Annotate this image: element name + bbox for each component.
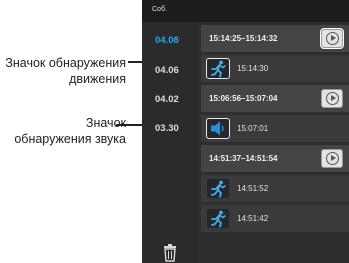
top-bar-label: Соб. <box>152 6 167 13</box>
event-item[interactable]: 14:51:52 <box>201 175 349 202</box>
trash-icon[interactable] <box>163 244 177 262</box>
callout-line: движения <box>69 71 126 86</box>
motion-detection-icon <box>207 179 229 198</box>
sound-icon-callout: Значок обнаружения звука <box>2 116 126 147</box>
motion-icon-callout: Значок обнаружения движения <box>2 56 126 87</box>
play-triangle <box>331 95 336 101</box>
event-item[interactable]: 15:14:30 <box>201 55 349 82</box>
event-group-header[interactable]: 14:51:37–14:51:54 <box>201 145 349 172</box>
motion-detection-icon <box>207 209 229 228</box>
event-time: 15:07:01 <box>237 124 269 133</box>
date-item[interactable]: 04.08 <box>142 35 198 46</box>
event-time: 14:51:52 <box>237 184 269 193</box>
date-item[interactable]: 04.02 <box>142 94 198 105</box>
event-group-header[interactable]: 15:14:25–15:14:32 <box>201 25 349 52</box>
event-time-range: 14:51:37–14:51:54 <box>209 154 278 163</box>
event-list: 15:14:25–15:14:32 15:14:30 15:06:56–15:0… <box>201 22 349 263</box>
callout-line: Значок обнаружения <box>5 56 126 70</box>
event-time: 14:51:42 <box>237 214 269 223</box>
event-time: 15:14:30 <box>237 64 269 73</box>
event-group-header[interactable]: 15:06:56–15:07:04 <box>201 85 349 112</box>
sound-detection-icon <box>206 118 230 139</box>
event-time-range: 15:14:25–15:14:32 <box>209 34 278 43</box>
play-button[interactable] <box>321 149 343 168</box>
callout-line: Значок <box>85 116 126 130</box>
callout-line: обнаружения звука <box>14 131 126 146</box>
event-item[interactable]: 14:51:42 <box>201 205 349 232</box>
event-list-screen: Соб. 04.08 04.06 04.02 03.30 15:14:25–15… <box>142 0 349 263</box>
date-item[interactable]: 04.06 <box>142 65 198 76</box>
play-button[interactable] <box>320 28 344 49</box>
event-item[interactable]: 15:07:01 <box>201 115 349 142</box>
motion-detection-icon <box>206 58 230 79</box>
top-bar: Соб. <box>142 0 349 22</box>
date-item[interactable]: 03.30 <box>142 123 198 134</box>
event-time-range: 15:06:56–15:07:04 <box>209 94 278 103</box>
play-button[interactable] <box>321 89 343 108</box>
play-triangle <box>331 155 336 161</box>
play-triangle <box>331 35 336 41</box>
date-list: 04.08 04.06 04.02 03.30 <box>142 22 198 263</box>
